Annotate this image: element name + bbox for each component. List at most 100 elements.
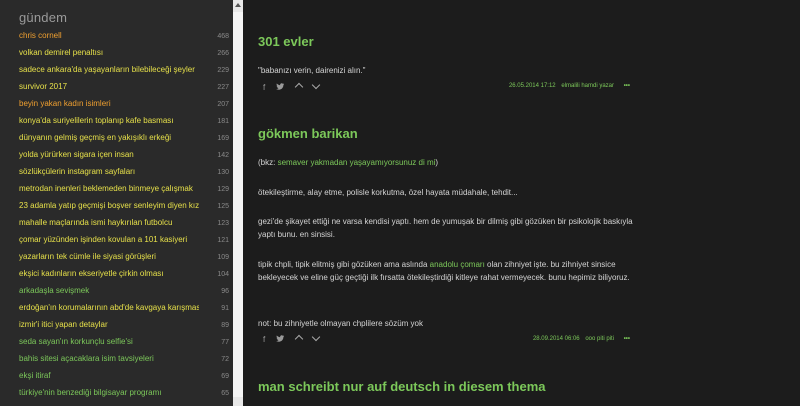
- sidebar-topic-item[interactable]: bahis sitesi açacaklara isim tavsiyeleri…: [0, 353, 233, 370]
- entry-paragraph: gezi'de şikayet ettiği ne varsa kendisi …: [258, 217, 633, 239]
- sidebar-topic-item[interactable]: yolda yürürken sigara içen insan 142: [0, 149, 233, 166]
- topic-title[interactable]: çomar yüzünden işinden kovulan a 101 kas…: [19, 234, 199, 246]
- topic-entry-count: 229: [217, 67, 229, 74]
- sidebar-topic-item[interactable]: erdoğan'ın korumalarının abd'de kavgaya …: [0, 302, 233, 319]
- topic-entry-count: 123: [217, 220, 229, 227]
- topic-entry-count: 266: [217, 50, 229, 57]
- topic-title[interactable]: mahalle maçlarında ismi haykırılan futbo…: [19, 217, 199, 229]
- more-options-icon[interactable]: •••: [624, 83, 630, 89]
- entry-author[interactable]: elmalili hamdi yazar: [561, 83, 614, 89]
- entry-title[interactable]: 301 evler: [258, 34, 314, 49]
- entry-meta: 26.05.2014 17:12 elmalili hamdi yazar ••…: [509, 83, 630, 89]
- topic-entry-count: 181: [217, 118, 229, 125]
- entry-title[interactable]: man schreibt nur auf deutsch in diesem t…: [258, 379, 546, 394]
- entry-content: "babanızı verin, dairenizi alın.": [258, 66, 366, 75]
- sidebar-topic-item[interactable]: survivor 2017 227: [0, 81, 233, 98]
- bkz-prefix: (bkz:: [258, 158, 278, 167]
- sidebar-topic-item[interactable]: izmir'i itici yapan detaylar 89: [0, 319, 233, 336]
- sidebar-topic-item[interactable]: çomar yüzünden işinden kovulan a 101 kas…: [0, 234, 233, 251]
- topic-title[interactable]: arkadaşla sevişmek: [19, 285, 199, 297]
- topic-title[interactable]: chris cornell: [19, 30, 199, 42]
- bkz-suffix: ): [435, 158, 439, 167]
- topic-title[interactable]: ekşi itiraf: [19, 370, 199, 382]
- entry-footer-actions: f: [263, 332, 328, 344]
- paragraph-text: tipik chpli, tipik elitmiş gibi gözüken …: [258, 260, 430, 269]
- topic-entry-count: 125: [217, 203, 229, 210]
- entry-footer-actions: f: [263, 80, 328, 92]
- sidebar-topic-item[interactable]: mahalle maçlarında ismi haykırılan futbo…: [0, 217, 233, 234]
- sidebar-topic-item[interactable]: volkan demirel penaltısı 266: [0, 47, 233, 64]
- topic-list: chris cornell 468 volkan demirel penaltısı…: [0, 30, 233, 404]
- entry-title[interactable]: gökmen barikan: [258, 126, 358, 141]
- sidebar-topic-item[interactable]: chris cornell 468: [0, 30, 233, 47]
- entry-author[interactable]: ooo piti piti: [585, 336, 614, 342]
- topic-title[interactable]: yolda yürürken sigara içen insan: [19, 149, 199, 161]
- topic-title[interactable]: ekşici kadınların ekseriyetle çirkin olm…: [19, 268, 199, 280]
- twitter-share-icon[interactable]: [276, 83, 285, 92]
- downvote-icon[interactable]: [311, 80, 321, 92]
- topic-entry-count: 121: [217, 237, 229, 244]
- sidebar-topic-item[interactable]: ekşici kadınların ekseriyetle çirkin olm…: [0, 268, 233, 285]
- topic-entry-count: 96: [221, 288, 229, 295]
- entry-paragraph: ötekileştirme, alay etme, polisle korkut…: [258, 188, 518, 197]
- topic-title[interactable]: erdoğan'ın korumalarının abd'de kavgaya …: [19, 302, 199, 314]
- sidebar-topic-item[interactable]: beyin yakan kadın isimleri 207: [0, 98, 233, 115]
- sidebar-topic-item[interactable]: sözlükçülerin instagram sayfaları 130: [0, 166, 233, 183]
- bkz-link[interactable]: semaver yakmadan yaşayamıyorsunuz di mi: [278, 158, 436, 167]
- sidebar-topic-item[interactable]: sadece ankara'da yaşayanların bilebilece…: [0, 64, 233, 81]
- scroll-down-arrow-icon[interactable]: [233, 397, 243, 406]
- topic-entry-count: 77: [221, 339, 229, 346]
- topic-title[interactable]: volkan demirel penaltısı: [19, 47, 199, 59]
- sidebar-topic-item[interactable]: konya'da suriyelilerin toplanıp kafe bas…: [0, 115, 233, 132]
- sidebar-topic-item[interactable]: yazarların tek cümle ile siyasi görüşler…: [0, 251, 233, 268]
- topic-entry-count: 129: [217, 186, 229, 193]
- topic-entry-count: 207: [217, 101, 229, 108]
- upvote-icon[interactable]: [294, 334, 303, 344]
- entry-date[interactable]: 28.09.2014 06:06: [533, 336, 580, 342]
- sidebar: gündem chris cornell 468 volkan demirel pe…: [0, 0, 243, 406]
- sidebar-topic-item[interactable]: ekşi itiraf 69: [0, 370, 233, 387]
- topic-entry-count: 109: [217, 254, 229, 261]
- topic-title[interactable]: beyin yakan kadın isimleri: [19, 98, 199, 110]
- topic-entry-count: 91: [221, 305, 229, 312]
- topic-title[interactable]: dünyanın gelmiş geçmiş en yakışıklı erke…: [19, 132, 199, 144]
- topic-title[interactable]: survivor 2017: [19, 81, 199, 93]
- topic-title[interactable]: sadece ankara'da yaşayanların bilebilece…: [19, 64, 199, 76]
- sidebar-title[interactable]: gündem: [19, 10, 67, 25]
- downvote-icon[interactable]: [311, 332, 321, 344]
- facebook-share-icon[interactable]: f: [263, 335, 265, 344]
- scroll-up-arrow-icon[interactable]: [233, 0, 243, 12]
- topic-entry-count: 104: [217, 271, 229, 278]
- topic-title[interactable]: konya'da suriyelilerin toplanıp kafe bas…: [19, 115, 199, 127]
- topic-title[interactable]: sözlükçülerin instagram sayfaları: [19, 166, 199, 178]
- sidebar-topic-item[interactable]: dünyanın gelmiş geçmiş en yakışıklı erke…: [0, 132, 233, 149]
- topic-entry-count: 130: [217, 169, 229, 176]
- facebook-share-icon[interactable]: f: [263, 83, 265, 92]
- topic-title[interactable]: 23 adamla yatıp geçmişi boşver senleyim …: [19, 200, 199, 212]
- more-options-icon[interactable]: •••: [624, 336, 630, 342]
- entry-bkz: (bkz: semaver yakmadan yaşayamıyorsunuz …: [258, 156, 638, 169]
- sidebar-topic-item[interactable]: türkiye'nin benzediği bilgisayar program…: [0, 387, 233, 404]
- sidebar-topic-item[interactable]: metrodan inenleri beklemeden binmeye çal…: [0, 183, 233, 200]
- topic-entry-count: 89: [221, 322, 229, 329]
- topic-title[interactable]: bahis sitesi açacaklara isim tavsiyeleri: [19, 353, 199, 365]
- topic-title[interactable]: izmir'i itici yapan detaylar: [19, 319, 199, 331]
- topic-entry-count: 142: [217, 152, 229, 159]
- sidebar-scrollbar[interactable]: [233, 0, 243, 406]
- topic-title[interactable]: metrodan inenleri beklemeden binmeye çal…: [19, 183, 199, 195]
- main-content: 301 evler "babanızı verin, dairenizi alı…: [258, 0, 788, 406]
- topic-entry-count: 65: [221, 390, 229, 397]
- sidebar-topic-item[interactable]: seda sayan'ın korkunçlu selfie'si 77: [0, 336, 233, 353]
- scrollbar-thumb[interactable]: [233, 12, 243, 397]
- topic-title[interactable]: yazarların tek cümle ile siyasi görüşler…: [19, 251, 199, 263]
- sidebar-topic-item[interactable]: 23 adamla yatıp geçmişi boşver senleyim …: [0, 200, 233, 217]
- twitter-share-icon[interactable]: [276, 335, 285, 344]
- bkz-link[interactable]: anadolu çomarı: [430, 260, 485, 269]
- topic-entry-count: 468: [217, 33, 229, 40]
- topic-title[interactable]: türkiye'nin benzediği bilgisayar program…: [19, 387, 199, 399]
- upvote-icon[interactable]: [294, 82, 303, 92]
- sidebar-topic-item[interactable]: arkadaşla sevişmek 96: [0, 285, 233, 302]
- topic-title[interactable]: seda sayan'ın korkunçlu selfie'si: [19, 336, 199, 348]
- entry-date[interactable]: 26.05.2014 17:12: [509, 83, 556, 89]
- topic-entry-count: 169: [217, 135, 229, 142]
